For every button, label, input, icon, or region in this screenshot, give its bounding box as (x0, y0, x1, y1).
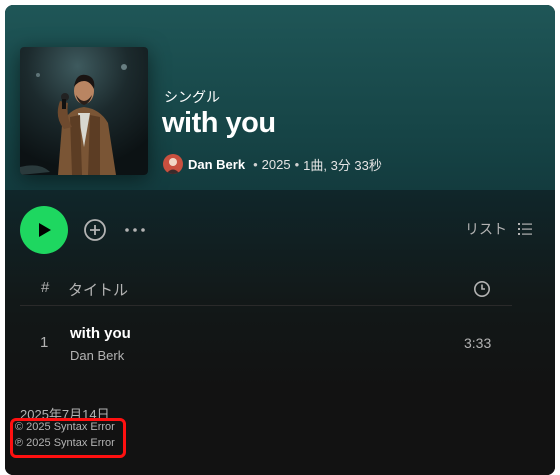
play-icon (39, 223, 51, 237)
add-to-library-button[interactable] (83, 218, 107, 242)
album-type-label: シングル (164, 89, 220, 105)
album-cover[interactable] (20, 47, 148, 175)
track-row[interactable]: 1 with you Dan Berk 3:33 (20, 317, 512, 373)
separator-dot: • (294, 156, 300, 172)
title-column-header: タイトル (68, 282, 129, 299)
track-artist[interactable]: Dan Berk (70, 348, 124, 363)
tracklist-header: # タイトル (20, 273, 512, 306)
more-dots-icon (125, 228, 145, 232)
list-view-label: リスト (465, 221, 507, 237)
list-view-toggle[interactable]: リスト (465, 219, 533, 239)
track-summary: 1曲, 3分 33秒 (303, 157, 382, 173)
list-icon (518, 223, 532, 235)
number-column-header: # (41, 279, 50, 296)
track-duration: 3:33 (464, 335, 492, 351)
track-title[interactable]: with you (70, 325, 131, 342)
album-byline: Dan Berk • 2025 • 1曲, 3分 33秒 (163, 154, 382, 174)
plus-circle-icon (84, 219, 106, 241)
clock-icon (474, 281, 490, 297)
more-options-button[interactable] (123, 218, 147, 242)
phonographic-copyright-text: ℗ 2025 Syntax Error (15, 437, 115, 449)
copyright-text: © 2025 Syntax Error (15, 421, 115, 433)
album-page: シングル with you Dan Berk • 2025 • 1曲, 3分 3… (5, 5, 555, 475)
album-title: with you (162, 107, 276, 139)
artist-avatar[interactable] (163, 154, 183, 174)
artist-link[interactable]: Dan Berk (188, 157, 245, 172)
play-button[interactable] (20, 206, 68, 254)
separator-dot: • (253, 156, 258, 172)
release-year: 2025 (261, 156, 291, 172)
track-number: 1 (40, 334, 49, 351)
